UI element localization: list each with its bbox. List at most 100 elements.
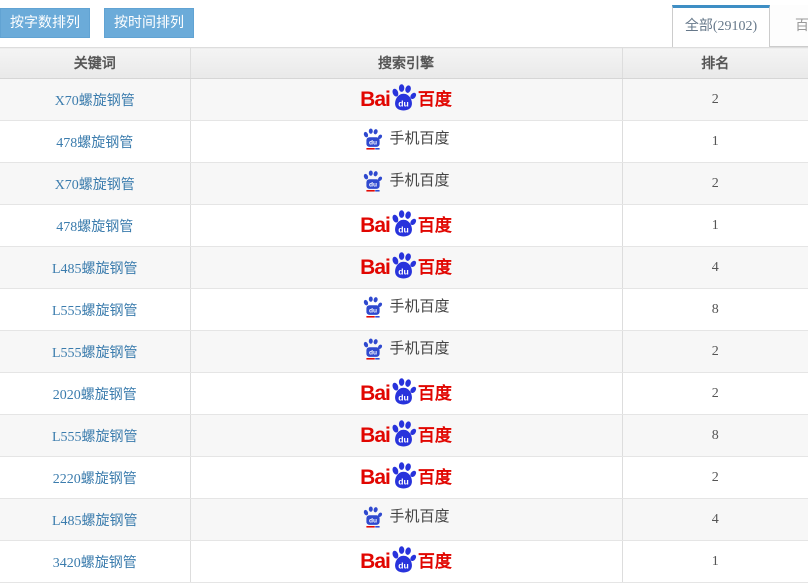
keyword-cell: L555螺旋钢管 xyxy=(0,289,190,331)
keyword-link[interactable]: L555螺旋钢管 xyxy=(52,346,138,361)
mobile-baidu-engine: du 手机百度 xyxy=(362,338,449,360)
baidu-logo-cn-text: 百度 xyxy=(418,259,452,276)
tab-baidu[interactable]: 百度 xyxy=(770,5,808,47)
svg-text:du: du xyxy=(398,225,409,235)
sort-by-time-button[interactable]: 按时间排列 xyxy=(104,8,194,38)
mobile-baidu-label: 手机百度 xyxy=(389,132,449,147)
rank-value: 1 xyxy=(622,121,808,163)
baidu-logo-text: Bai xyxy=(360,383,390,404)
mobile-baidu-engine: du 手机百度 xyxy=(362,128,449,150)
keyword-cell: L555螺旋钢管 xyxy=(0,331,190,373)
rank-value: 2 xyxy=(622,457,808,499)
keyword-cell: X70螺旋钢管 xyxy=(0,79,190,121)
engine-tabs: 全部(29102) 百度 xyxy=(672,5,808,47)
mobile-baidu-icon: du xyxy=(362,506,384,528)
keyword-cell: 478螺旋钢管 xyxy=(0,205,190,247)
svg-text:du: du xyxy=(398,393,409,403)
keywords-ranking-table: 关键词 搜索引擎 排名 X70螺旋钢管 Bai du 百度 2 478螺旋钢管 xyxy=(0,47,808,583)
table-row: X70螺旋钢管 Bai du 百度 2 xyxy=(0,79,808,121)
keyword-link[interactable]: 478螺旋钢管 xyxy=(56,220,133,235)
engine-cell: du 手机百度 xyxy=(190,121,622,163)
table-row: X70螺旋钢管 du 手机百度 2 xyxy=(0,163,808,205)
keyword-link[interactable]: L485螺旋钢管 xyxy=(52,262,138,277)
table-row: L555螺旋钢管 du 手机百度 8 xyxy=(0,289,808,331)
rank-value: 2 xyxy=(622,79,808,121)
table-row: 478螺旋钢管 du 手机百度 1 xyxy=(0,121,808,163)
keyword-link[interactable]: 2220螺旋钢管 xyxy=(53,472,137,487)
rank-value: 8 xyxy=(622,415,808,457)
baidu-logo-text: Bai xyxy=(360,551,390,572)
mobile-baidu-engine: du 手机百度 xyxy=(362,296,449,318)
mobile-baidu-icon: du xyxy=(362,170,384,192)
keyword-cell: X70螺旋钢管 xyxy=(0,163,190,205)
rank-value: 1 xyxy=(622,541,808,583)
baidu-logo: Bai du 百度 xyxy=(360,546,452,577)
baidu-paw-icon: du xyxy=(390,378,417,405)
rank-value: 8 xyxy=(622,289,808,331)
table-header-rank: 排名 xyxy=(622,48,808,79)
table-row: L485螺旋钢管 du 手机百度 4 xyxy=(0,499,808,541)
keyword-cell: L485螺旋钢管 xyxy=(0,247,190,289)
table-header-keyword: 关键词 xyxy=(0,48,190,79)
keyword-cell: 2220螺旋钢管 xyxy=(0,457,190,499)
baidu-paw-icon: du xyxy=(390,84,417,111)
baidu-logo-text: Bai xyxy=(360,89,390,110)
keyword-link[interactable]: 478螺旋钢管 xyxy=(56,136,133,151)
engine-cell: Bai du 百度 xyxy=(190,205,622,247)
keyword-link[interactable]: L485螺旋钢管 xyxy=(52,514,138,529)
table-row: 3420螺旋钢管 Bai du 百度 1 xyxy=(0,541,808,583)
baidu-logo-text: Bai xyxy=(360,425,390,446)
engine-cell: Bai du 百度 xyxy=(190,541,622,583)
sort-by-words-button[interactable]: 按字数排列 xyxy=(0,8,90,38)
engine-cell: du 手机百度 xyxy=(190,163,622,205)
svg-text:du: du xyxy=(369,350,377,357)
baidu-logo: Bai du 百度 xyxy=(360,252,452,283)
baidu-logo-cn-text: 百度 xyxy=(418,427,452,444)
mobile-baidu-label: 手机百度 xyxy=(389,174,449,189)
baidu-paw-icon: du xyxy=(390,546,417,573)
baidu-logo-text: Bai xyxy=(360,215,390,236)
table-row: 478螺旋钢管 Bai du 百度 1 xyxy=(0,205,808,247)
baidu-logo-cn-text: 百度 xyxy=(418,91,452,108)
mobile-baidu-engine: du 手机百度 xyxy=(362,170,449,192)
tab-all[interactable]: 全部(29102) xyxy=(672,5,770,47)
svg-text:du: du xyxy=(369,518,377,525)
baidu-paw-icon: du xyxy=(390,210,417,237)
baidu-logo: Bai du 百度 xyxy=(360,378,452,409)
sort-buttons-group: 按字数排列 按时间排列 xyxy=(0,8,194,38)
engine-cell: du 手机百度 xyxy=(190,331,622,373)
table-row: 2220螺旋钢管 Bai du 百度 2 xyxy=(0,457,808,499)
table-row: L555螺旋钢管 Bai du 百度 8 xyxy=(0,415,808,457)
keyword-link[interactable]: X70螺旋钢管 xyxy=(55,178,135,193)
baidu-logo-cn-text: 百度 xyxy=(418,217,452,234)
baidu-logo-text: Bai xyxy=(360,467,390,488)
svg-text:du: du xyxy=(398,99,409,109)
baidu-logo: Bai du 百度 xyxy=(360,462,452,493)
table-header-row: 关键词 搜索引擎 排名 xyxy=(0,48,808,79)
baidu-logo-cn-text: 百度 xyxy=(418,469,452,486)
baidu-logo-cn-text: 百度 xyxy=(418,385,452,402)
table-row: L555螺旋钢管 du 手机百度 2 xyxy=(0,331,808,373)
svg-text:du: du xyxy=(398,561,409,571)
baidu-logo: Bai du 百度 xyxy=(360,210,452,241)
baidu-logo-cn-text: 百度 xyxy=(418,553,452,570)
mobile-baidu-icon: du xyxy=(362,338,384,360)
baidu-paw-icon: du xyxy=(390,420,417,447)
svg-text:du: du xyxy=(398,267,409,277)
keyword-link[interactable]: 2020螺旋钢管 xyxy=(53,388,137,403)
svg-text:du: du xyxy=(369,140,377,147)
keyword-link[interactable]: 3420螺旋钢管 xyxy=(53,556,137,571)
keyword-link[interactable]: X70螺旋钢管 xyxy=(55,94,135,109)
mobile-baidu-label: 手机百度 xyxy=(389,300,449,315)
keyword-cell: L485螺旋钢管 xyxy=(0,499,190,541)
mobile-baidu-label: 手机百度 xyxy=(389,510,449,525)
keyword-cell: 2020螺旋钢管 xyxy=(0,373,190,415)
keyword-link[interactable]: L555螺旋钢管 xyxy=(52,304,138,319)
baidu-logo: Bai du 百度 xyxy=(360,420,452,451)
keyword-cell: 3420螺旋钢管 xyxy=(0,541,190,583)
rank-value: 2 xyxy=(622,373,808,415)
table-row: 2020螺旋钢管 Bai du 百度 2 xyxy=(0,373,808,415)
svg-text:du: du xyxy=(369,182,377,189)
table-row: L485螺旋钢管 Bai du 百度 4 xyxy=(0,247,808,289)
keyword-link[interactable]: L555螺旋钢管 xyxy=(52,430,138,445)
